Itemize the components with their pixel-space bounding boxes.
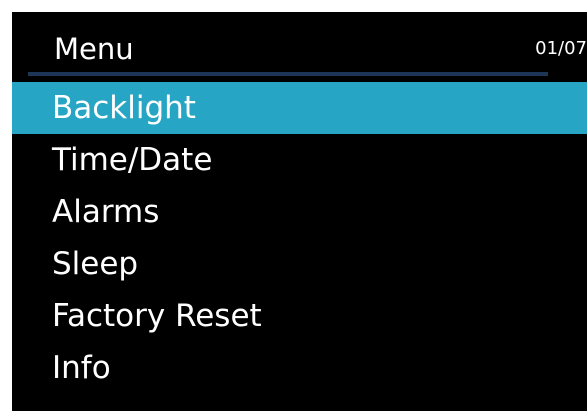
menu-title: Menu xyxy=(54,32,134,66)
menu-item-info[interactable]: Info xyxy=(12,342,587,394)
menu-list: Backlight Time/Date Alarms Sleep Factory… xyxy=(12,82,587,394)
menu-item-time-date[interactable]: Time/Date xyxy=(12,134,587,186)
menu-item-alarms[interactable]: Alarms xyxy=(12,186,587,238)
header-divider xyxy=(28,72,548,76)
device-screen: Menu 01/07 Backlight Time/Date Alarms Sl… xyxy=(12,12,587,411)
menu-item-backlight[interactable]: Backlight xyxy=(12,82,587,134)
page-indicator: 01/07 xyxy=(535,38,587,59)
menu-item-sleep[interactable]: Sleep xyxy=(12,238,587,290)
menu-item-factory-reset[interactable]: Factory Reset xyxy=(12,290,587,342)
